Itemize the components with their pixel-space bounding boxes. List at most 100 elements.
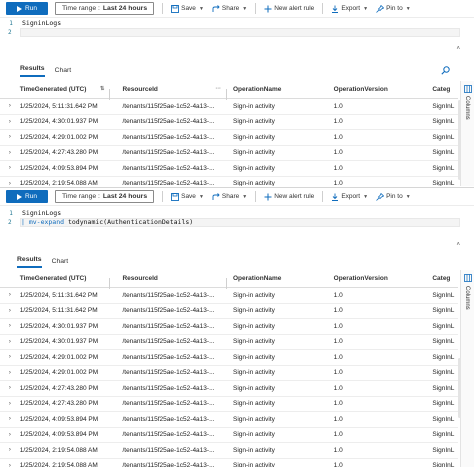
run-button[interactable]: Run xyxy=(6,190,48,203)
query-toolbar: Run Time range : Last 24 hours Save ▼ Sh… xyxy=(0,0,474,18)
tab-results[interactable]: Results xyxy=(17,256,42,268)
vertical-scrollbar[interactable] xyxy=(458,358,461,418)
expand-row-icon[interactable]: › xyxy=(0,292,20,298)
line-number: 1 xyxy=(9,210,13,217)
run-button[interactable]: Run xyxy=(6,2,48,15)
table-row[interactable]: › 1/25/2024, 2:19:54.088 AM/tenants/115f2… xyxy=(0,459,458,467)
cell-time-generated: 1/25/2024, 4:29:01.002 PM xyxy=(19,369,99,377)
save-button[interactable]: Save ▼ xyxy=(171,192,204,201)
expand-row-icon[interactable]: › xyxy=(0,432,20,438)
table-row[interactable]: › 1/25/2024, 4:27:43.280 PM/tenants/115f2… xyxy=(0,397,458,412)
column-header-category[interactable]: Categ xyxy=(428,275,458,282)
expand-row-icon[interactable]: › xyxy=(0,308,20,314)
toolbar-divider xyxy=(162,191,164,202)
cell-category: SignInL xyxy=(432,291,455,299)
collapse-editor-icon[interactable]: ˄ xyxy=(456,242,460,248)
save-button[interactable]: Save ▼ xyxy=(171,4,204,13)
expand-row-icon[interactable]: › xyxy=(0,119,20,125)
tab-chart[interactable]: Chart xyxy=(52,258,69,268)
column-header-category[interactable]: Categ xyxy=(428,86,458,93)
column-header-operation[interactable]: OperationName xyxy=(227,275,330,282)
table-row[interactable]: › 1/25/2024, 4:30:01.937 PM/tenants/115f2… xyxy=(0,115,458,130)
code-line: 1 SigninLogs xyxy=(0,19,474,28)
column-header-operation[interactable]: OperationName xyxy=(227,86,330,93)
query-editor[interactable]: 1 SigninLogs 2 | mv-expand todynamic(Aut… xyxy=(0,209,474,227)
columns-side-panel[interactable]: Columns xyxy=(460,270,474,467)
table-row[interactable]: › 1/25/2024, 4:29:01.002 PM/tenants/115f2… xyxy=(0,366,458,381)
cell-operation-version: 1.0 xyxy=(333,400,343,408)
collapse-editor-icon[interactable]: ˄ xyxy=(456,46,460,52)
expand-row-icon[interactable]: › xyxy=(0,181,20,186)
time-range-button[interactable]: Time range : Last 24 hours xyxy=(55,190,155,203)
column-header-resource[interactable]: ResourceId ··· xyxy=(110,86,227,100)
cell-operation-version: 1.0 xyxy=(333,369,343,377)
chevron-down-icon: ▼ xyxy=(363,193,369,200)
time-range-button[interactable]: Time range : Last 24 hours xyxy=(55,2,155,15)
expand-row-icon[interactable]: › xyxy=(0,447,20,453)
tab-chart[interactable]: Chart xyxy=(55,67,72,77)
table-row[interactable]: › 1/25/2024, 5:11:31.642 PM/tenants/115f2… xyxy=(0,304,458,319)
table-row[interactable]: › 1/25/2024, 5:11:31.642 PM/tenants/115f2… xyxy=(0,288,458,304)
share-button[interactable]: Share ▼ xyxy=(212,4,247,13)
expand-row-icon[interactable]: › xyxy=(0,134,20,140)
toolbar-divider xyxy=(255,191,257,202)
column-header-resource[interactable]: ResourceId xyxy=(110,275,227,289)
query-editor[interactable]: 1 SigninLogs 2 xyxy=(0,19,474,37)
expand-row-icon[interactable]: › xyxy=(0,401,20,407)
cell-category: SignInL xyxy=(432,338,455,346)
cell-time-generated: 1/25/2024, 2:19:54.088 AM xyxy=(19,462,98,467)
vertical-scrollbar[interactable] xyxy=(458,100,461,180)
cell-operation-name: Sign-in activity xyxy=(233,180,275,186)
pin-to-button[interactable]: Pin to ▼ xyxy=(376,192,411,201)
new-alert-rule-button[interactable]: New alert rule xyxy=(264,5,314,13)
cell-operation-name: Sign-in activity xyxy=(233,338,275,346)
cell-category: SignInL xyxy=(432,149,455,157)
expand-row-icon[interactable]: › xyxy=(0,165,20,171)
table-row[interactable]: › 1/25/2024, 4:09:53.894 PM/tenants/115f2… xyxy=(0,428,458,443)
expand-row-icon[interactable]: › xyxy=(0,354,20,360)
export-icon xyxy=(332,5,339,13)
expand-row-icon[interactable]: › xyxy=(0,463,20,467)
cell-resource-id: /tenants/115f25ae-1c52-4a13-... xyxy=(122,322,215,330)
tab-results[interactable]: Results xyxy=(20,65,45,77)
time-range-label: Time range : xyxy=(62,193,100,200)
column-header-time[interactable]: TimeGenerated (UTC) xyxy=(20,275,111,289)
table-row[interactable]: › 1/25/2024, 4:09:53.894 PM/tenants/115f2… xyxy=(0,412,458,428)
share-button[interactable]: Share ▼ xyxy=(212,192,247,201)
expand-row-icon[interactable]: › xyxy=(0,339,20,345)
expand-row-icon[interactable]: › xyxy=(0,103,20,109)
table-row[interactable]: › 1/25/2024, 4:27:43.280 PM/tenants/115f2… xyxy=(0,381,458,397)
table-row[interactable]: › 1/25/2024, 4:27:43.280 PM/tenants/115f2… xyxy=(0,146,458,161)
search-icon[interactable] xyxy=(441,66,450,75)
cell-resource-id: /tenants/115f25ae-1c52-4a13-... xyxy=(122,446,215,454)
more-options-icon[interactable]: ··· xyxy=(216,86,222,92)
plus-icon xyxy=(264,5,272,12)
table-row[interactable]: › 1/25/2024, 4:29:01.002 PM/tenants/115f2… xyxy=(0,350,458,366)
new-alert-rule-button[interactable]: New alert rule xyxy=(264,193,314,201)
export-button[interactable]: Export ▼ xyxy=(331,193,368,201)
cell-resource-id: /tenants/115f25ae-1c52-4a13-... xyxy=(122,164,215,172)
table-row[interactable]: › 1/25/2024, 4:30:01.937 PM/tenants/115f2… xyxy=(0,319,458,335)
expand-row-icon[interactable]: › xyxy=(0,416,20,422)
table-row[interactable]: › 1/25/2024, 4:29:01.002 PM/tenants/115f2… xyxy=(0,130,458,146)
table-row[interactable]: › 1/25/2024, 5:11:31.642 PM/tenants/115f2… xyxy=(0,99,458,115)
table-row[interactable]: › 1/25/2024, 4:30:01.937 PM/tenants/115f2… xyxy=(0,335,458,350)
pin-to-button[interactable]: Pin to ▼ xyxy=(376,4,411,13)
table-row[interactable]: › 1/25/2024, 2:19:54.088 AM/tenants/115f2… xyxy=(0,443,458,459)
cell-operation-version: 1.0 xyxy=(333,322,343,330)
column-header-time[interactable]: TimeGenerated (UTC) ⇅ xyxy=(20,86,111,100)
cell-operation-name: Sign-in activity xyxy=(233,322,275,330)
sort-icon[interactable]: ⇅ xyxy=(100,86,105,92)
expand-row-icon[interactable]: › xyxy=(0,323,20,329)
share-label: Share xyxy=(221,5,240,12)
column-header-version[interactable]: OperationVersion xyxy=(330,275,429,282)
export-button[interactable]: Export ▼ xyxy=(331,5,368,13)
expand-row-icon[interactable]: › xyxy=(0,370,20,376)
expand-row-icon[interactable]: › xyxy=(0,385,20,391)
table-row[interactable]: › 1/25/2024, 2:19:54.088 AM/tenants/115f2… xyxy=(0,177,458,186)
table-row[interactable]: › 1/25/2024, 4:09:53.894 PM/tenants/115f2… xyxy=(0,161,458,177)
column-header-version[interactable]: OperationVersion xyxy=(330,86,429,93)
columns-side-panel[interactable]: Columns xyxy=(460,81,474,186)
cell-category: SignInL xyxy=(432,369,455,377)
expand-row-icon[interactable]: › xyxy=(0,150,20,156)
